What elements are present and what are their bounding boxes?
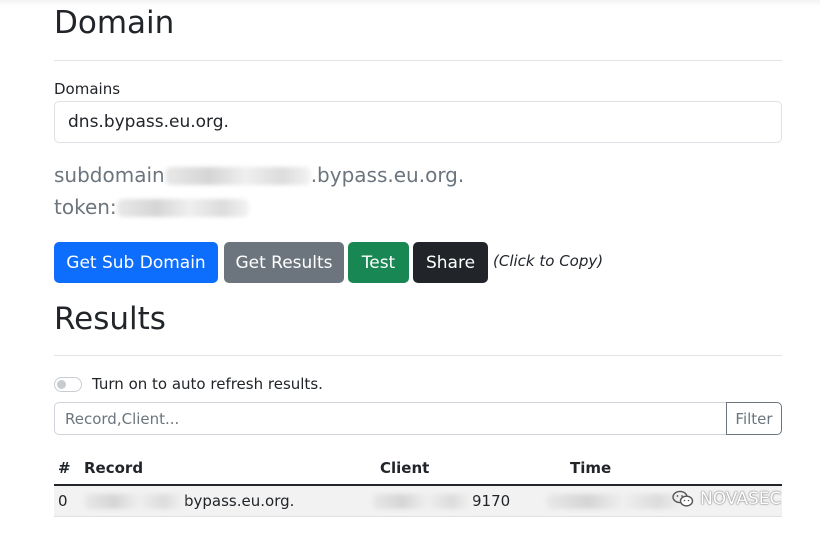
redacted-record [84, 494, 184, 509]
token-prefix: token: [54, 195, 117, 219]
subdomain-suffix: .bypass.eu.org. [310, 163, 465, 187]
share-button[interactable]: Share [413, 242, 488, 283]
column-header-time: Time [570, 459, 612, 477]
get-sub-domain-button[interactable]: Get Sub Domain [54, 242, 218, 283]
row-time [546, 492, 686, 510]
domain-heading: Domain [54, 5, 175, 41]
results-divider [54, 355, 782, 356]
row-client: 9170 [372, 492, 510, 510]
row-client-suffix: 9170 [472, 492, 511, 510]
domains-label: Domains [54, 80, 121, 98]
results-heading: Results [54, 301, 166, 337]
wechat-icon [672, 490, 694, 508]
auto-refresh-toggle[interactable] [54, 377, 82, 392]
row-record: bypass.eu.org. [84, 492, 294, 510]
subdomain-line: subdomain .bypass.eu.org. [54, 163, 464, 187]
redacted-client [372, 494, 472, 509]
domain-divider [54, 60, 782, 61]
row-index: 0 [58, 492, 68, 510]
filter-placeholder: Record,Client... [65, 410, 180, 428]
subdomain-prefix: subdomain [54, 163, 165, 187]
token-line: token: [54, 195, 249, 219]
watermark-text: NOVASEC [700, 489, 782, 509]
column-header-client: Client [380, 459, 430, 477]
column-header-index: # [58, 459, 71, 477]
row-record-suffix: bypass.eu.org. [184, 492, 295, 510]
redacted-subdomain [164, 167, 311, 185]
auto-refresh-label: Turn on to auto refresh results. [92, 375, 323, 393]
click-to-copy-hint: (Click to Copy) [493, 252, 604, 270]
filter-button[interactable]: Filter [726, 402, 782, 435]
watermark: NOVASEC [672, 489, 781, 509]
domains-input-value: dns.bypass.eu.org. [68, 112, 229, 132]
domains-input[interactable]: dns.bypass.eu.org. [54, 101, 782, 143]
get-results-button[interactable]: Get Results [224, 242, 344, 283]
redacted-token [116, 199, 249, 217]
filter-input[interactable]: Record,Client... [54, 402, 726, 435]
redacted-time [546, 494, 686, 509]
column-header-record: Record [84, 459, 144, 477]
test-button[interactable]: Test [348, 242, 409, 283]
